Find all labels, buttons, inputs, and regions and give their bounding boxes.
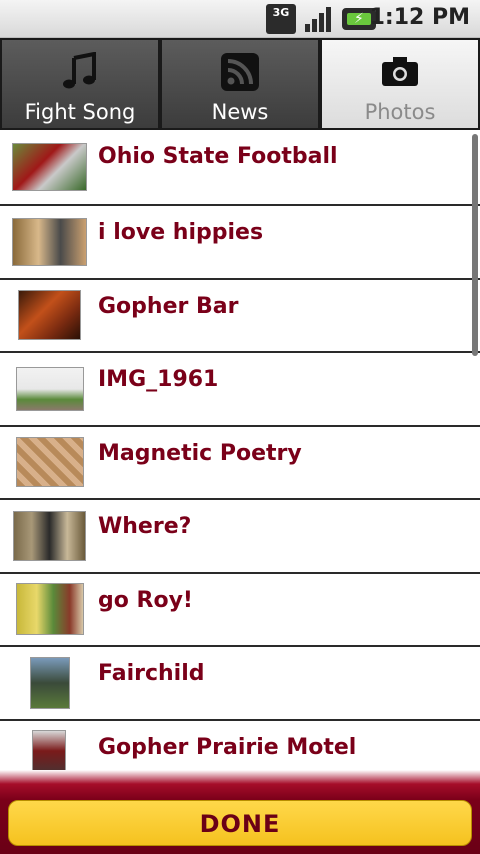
photo-title: go Roy! xyxy=(98,587,193,613)
photo-title: i love hippies xyxy=(98,220,264,245)
photo-thumbnail xyxy=(13,510,86,561)
photo-thumbnail xyxy=(30,656,70,709)
done-button[interactable]: DONE xyxy=(8,800,472,846)
music-note-icon xyxy=(63,52,96,89)
tab-photos[interactable]: Photos xyxy=(320,38,480,130)
photo-title: IMG_1961 xyxy=(98,367,219,392)
tab-label: News xyxy=(211,100,269,124)
photo-title: Magnetic Poetry xyxy=(98,440,302,466)
photo-title: Ohio State Football xyxy=(98,144,338,169)
list-item[interactable]: IMG_1961 xyxy=(0,353,480,427)
photo-thumbnail xyxy=(16,583,84,636)
camera-icon xyxy=(382,57,418,86)
signal-strength-icon xyxy=(305,7,331,32)
photo-title: Fairchild xyxy=(98,661,205,686)
status-bar: 3G ⚡ 1:12 PM xyxy=(0,0,480,38)
list-item[interactable]: Gopher Prairie Motel xyxy=(0,721,480,770)
list-scrollbar[interactable] xyxy=(472,134,478,356)
photo-thumbnail xyxy=(18,290,81,341)
list-item[interactable]: i love hippies xyxy=(0,206,480,280)
list-item[interactable]: Where? xyxy=(0,500,480,574)
network-3g-icon: 3G xyxy=(266,4,296,34)
tab-news[interactable]: News xyxy=(160,38,320,130)
rss-feed-icon xyxy=(221,53,259,91)
photo-title: Where? xyxy=(98,514,192,539)
list-item[interactable]: Ohio State Football xyxy=(0,130,480,206)
photo-thumbnail xyxy=(16,366,84,411)
tab-fight-song[interactable]: Fight Song xyxy=(0,38,160,130)
bottom-bar: DONE xyxy=(0,770,480,854)
tab-label: Photos xyxy=(364,100,436,124)
tab-bar: Fight Song News Photos xyxy=(0,38,480,130)
photo-thumbnail xyxy=(12,217,87,266)
tab-label: Fight Song xyxy=(24,100,136,124)
list-item[interactable]: go Roy! xyxy=(0,574,480,647)
status-time: 1:12 PM xyxy=(369,5,470,30)
list-item[interactable]: Magnetic Poetry xyxy=(0,427,480,500)
list-item[interactable]: Fairchild xyxy=(0,647,480,721)
photo-thumbnail xyxy=(16,437,84,488)
photo-title: Gopher Bar xyxy=(98,293,239,319)
photo-thumbnail xyxy=(32,730,66,770)
list-item[interactable]: Gopher Bar xyxy=(0,280,480,353)
photo-title: Gopher Prairie Motel xyxy=(98,734,357,760)
photo-thumbnail xyxy=(12,143,87,191)
photo-list[interactable]: Ohio State Football i love hippies Gophe… xyxy=(0,130,480,770)
